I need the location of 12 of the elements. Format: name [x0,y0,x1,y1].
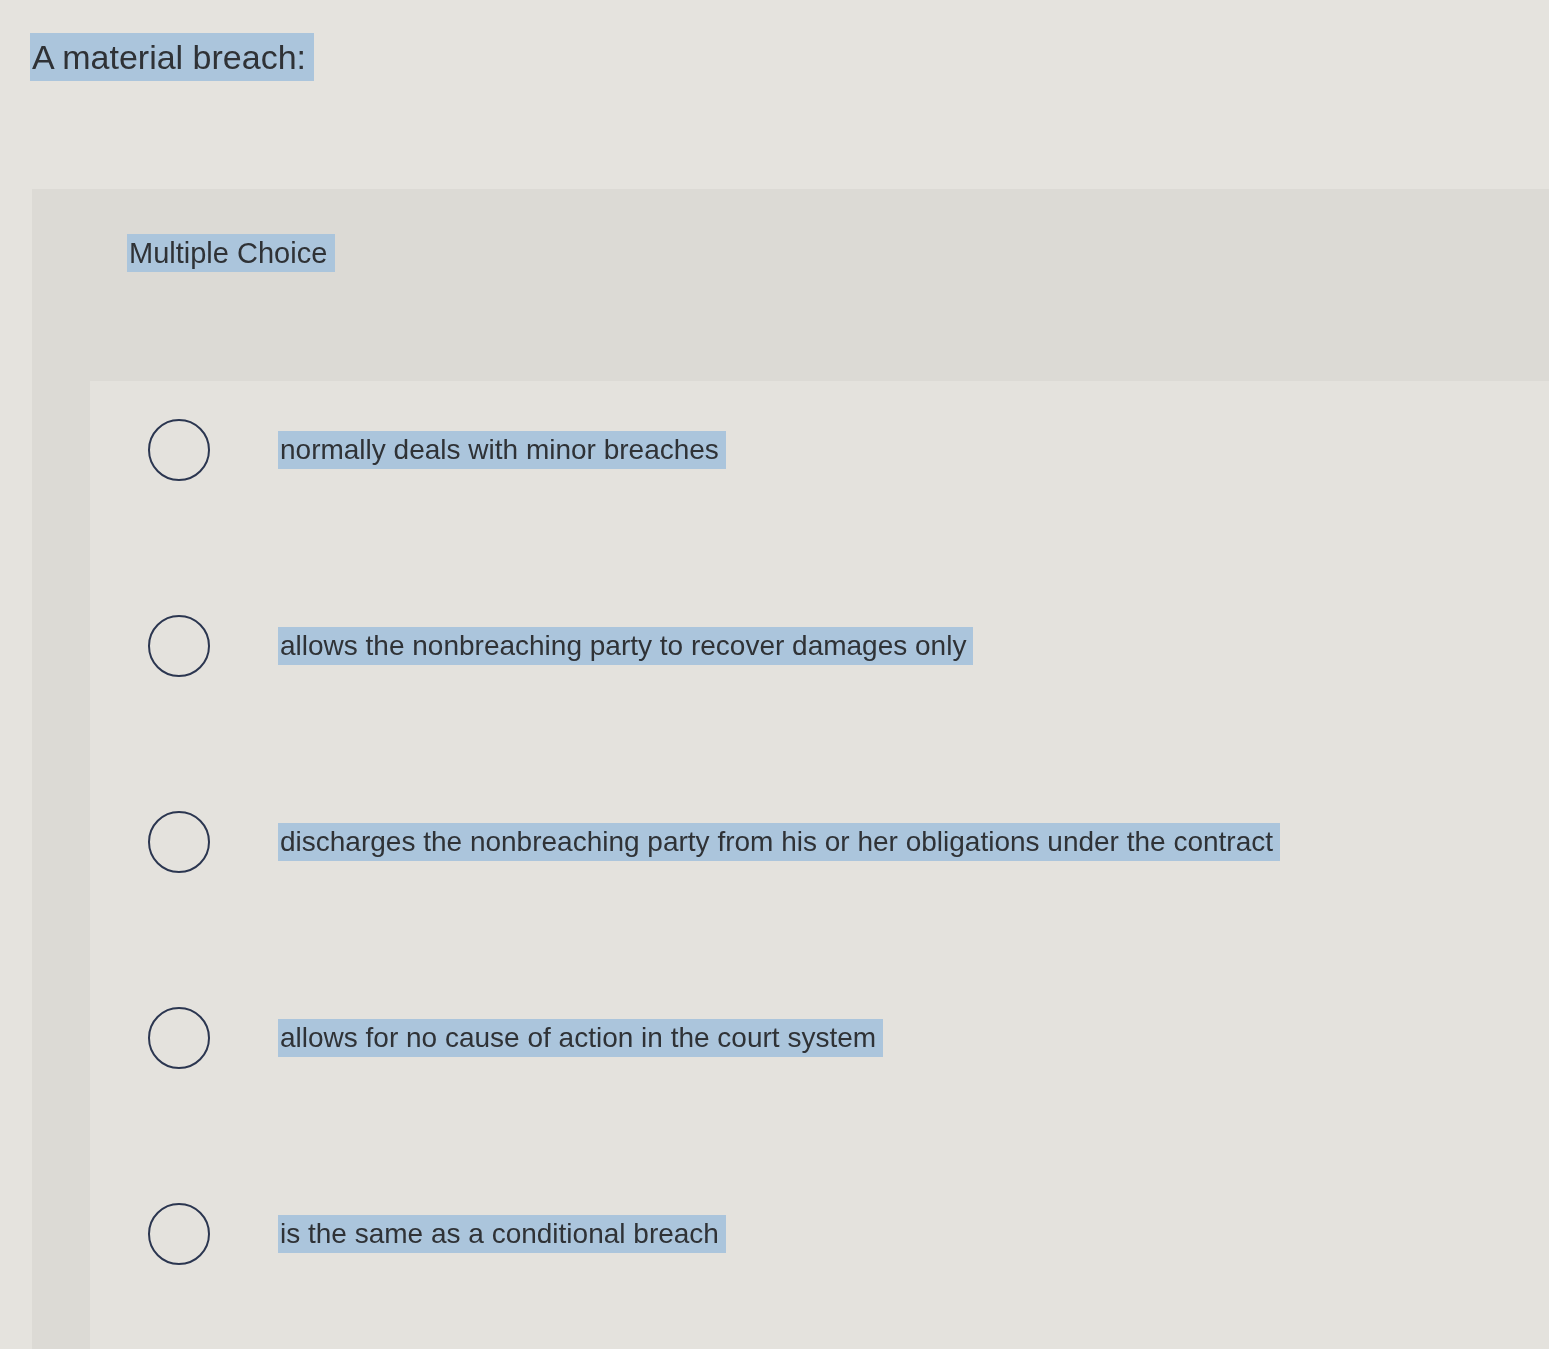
option-text[interactable]: normally deals with minor breaches [278,431,726,469]
radio-button[interactable] [148,811,210,873]
radio-button[interactable] [148,1007,210,1069]
question-type-label: Multiple Choice [127,234,336,272]
question-text: A material breach: [30,33,315,81]
radio-button[interactable] [148,419,210,481]
option-text[interactable]: allows for no cause of action in the court system [278,1019,884,1057]
option-text[interactable]: is the same as a conditional breach [278,1215,726,1253]
radio-button[interactable] [148,1203,210,1265]
option-text[interactable]: discharges the nonbreaching party from his or her obligations under the contract [278,823,1280,861]
option-text[interactable]: allows the nonbreaching party to recover damages only [278,627,974,665]
radio-button[interactable] [148,615,210,677]
